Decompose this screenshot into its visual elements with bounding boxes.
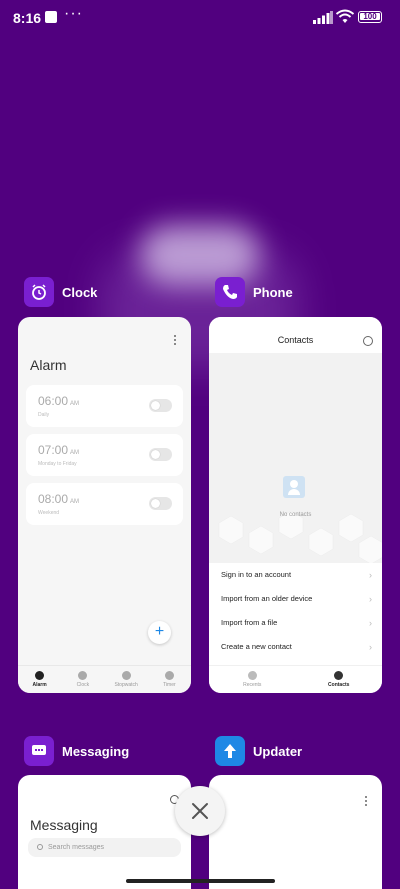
settings-gear-icon[interactable] xyxy=(363,336,373,346)
alarm-toggle[interactable] xyxy=(149,497,172,510)
contacts-options-list: Sign in to an account › Import from an ol… xyxy=(209,563,382,659)
more-notifications-icon: ··· xyxy=(64,5,83,22)
blurred-wallpaper-highlight xyxy=(140,225,260,285)
search-placeholder: Search messages xyxy=(48,844,105,851)
contacts-title: Contacts xyxy=(209,317,382,353)
sign-in-option[interactable]: Sign in to an account › xyxy=(209,563,382,587)
messaging-app-icon xyxy=(24,736,54,766)
stopwatch-icon xyxy=(121,671,131,680)
add-alarm-button[interactable]: + xyxy=(148,621,171,644)
more-options-icon[interactable] xyxy=(365,796,368,808)
home-indicator[interactable] xyxy=(126,879,275,883)
tab-label: Recents xyxy=(243,682,262,688)
tab-label: Contacts xyxy=(328,682,350,688)
option-label: Import from an older device xyxy=(221,594,313,603)
updater-app-card[interactable] xyxy=(209,775,382,889)
timer-icon xyxy=(164,671,174,680)
alarm-toggle[interactable] xyxy=(149,448,172,461)
person-icon xyxy=(334,671,344,680)
battery-icon: 100 xyxy=(358,11,382,23)
tab-label: Clock xyxy=(76,682,90,688)
chevron-right-icon: › xyxy=(369,618,372,628)
tab-timer[interactable]: Timer xyxy=(148,666,191,693)
tab-clock[interactable]: Clock xyxy=(61,666,104,693)
messaging-app-header[interactable]: Messaging xyxy=(24,736,129,766)
close-icon xyxy=(192,803,208,819)
import-file-option[interactable]: Import from a file › xyxy=(209,611,382,635)
alarm-time: 08:00 xyxy=(38,492,69,506)
phone-tab-bar: Recents Contacts xyxy=(209,665,382,693)
empty-state-text: No contacts xyxy=(279,512,312,518)
chevron-right-icon: › xyxy=(369,594,372,604)
create-contact-option[interactable]: Create a new contact › xyxy=(209,635,382,659)
phone-app-card[interactable]: Contacts No contacts Sign in to an accou… xyxy=(209,317,382,693)
hexagon-pattern xyxy=(218,510,382,563)
alarm-time: 06:00 xyxy=(38,394,69,408)
clock-app-header[interactable]: Clock xyxy=(24,277,97,307)
contacts-empty-area: No contacts xyxy=(209,353,382,563)
battery-level: 100 xyxy=(360,13,380,21)
clock-tab-bar: Alarm Clock Stopwatch Timer xyxy=(18,665,191,693)
alarm-item[interactable]: 07:00 AM Monday to Friday xyxy=(26,434,183,476)
status-time: 8:16 xyxy=(13,10,42,26)
clear-all-button[interactable] xyxy=(175,786,225,836)
updater-app-icon xyxy=(215,736,245,766)
search-icon xyxy=(37,844,43,850)
tab-recents[interactable]: Recents xyxy=(209,666,296,693)
phone-app-name: Phone xyxy=(253,284,293,300)
option-label: Create a new contact xyxy=(221,642,292,651)
alarm-time: 07:00 xyxy=(38,443,69,457)
clock-app-icon xyxy=(24,277,54,307)
tab-stopwatch[interactable]: Stopwatch xyxy=(105,666,148,693)
notification-icon xyxy=(45,11,57,23)
alarm-repeat: Daily xyxy=(38,412,50,418)
tab-contacts[interactable]: Contacts xyxy=(296,666,383,693)
updater-app-name: Updater xyxy=(253,743,303,759)
search-input[interactable]: Search messages xyxy=(28,838,181,857)
messaging-app-name: Messaging xyxy=(62,743,130,759)
clock-icon xyxy=(78,671,88,680)
alarm-ampm: AM xyxy=(70,450,80,456)
option-label: Sign in to an account xyxy=(221,570,292,579)
option-label: Import from a file xyxy=(221,618,278,627)
alarm-ampm: AM xyxy=(70,499,80,505)
alarm-item[interactable]: 06:00 AM Daily xyxy=(26,385,183,427)
alarm-repeat: Weekend xyxy=(38,510,60,516)
clock-app-name: Clock xyxy=(62,284,98,300)
messaging-title: Messaging xyxy=(30,817,98,833)
clock-app-card[interactable]: Alarm 06:00 AM Daily 07:00 AM Monday to Fr… xyxy=(18,317,191,693)
tab-label: Timer xyxy=(163,682,176,688)
contact-placeholder-icon xyxy=(283,476,305,498)
phone-app-header[interactable]: Phone xyxy=(215,277,293,307)
phone-icon xyxy=(247,671,257,680)
import-older-device-option[interactable]: Import from an older device › xyxy=(209,587,382,611)
phone-app-icon xyxy=(215,277,245,307)
messaging-app-card[interactable]: Messaging Search messages xyxy=(18,775,191,889)
status-bar: 8:16 ··· 100 xyxy=(0,0,400,36)
tab-label: Stopwatch xyxy=(114,682,138,688)
alarm-toggle[interactable] xyxy=(149,399,172,412)
tab-alarm[interactable]: Alarm xyxy=(18,666,61,693)
tab-label: Alarm xyxy=(32,682,47,688)
signal-icon xyxy=(313,11,333,24)
alarm-repeat: Monday to Friday xyxy=(38,461,77,467)
alarm-item[interactable]: 08:00 AM Weekend xyxy=(26,483,183,525)
alarm-ampm: AM xyxy=(70,401,80,407)
chevron-right-icon: › xyxy=(369,642,372,652)
alarm-icon xyxy=(35,671,45,680)
more-options-icon[interactable] xyxy=(174,335,177,345)
updater-app-header[interactable]: Updater xyxy=(215,736,302,766)
alarm-title: Alarm xyxy=(30,357,67,373)
wifi-icon xyxy=(336,9,354,23)
chevron-right-icon: › xyxy=(369,570,372,580)
